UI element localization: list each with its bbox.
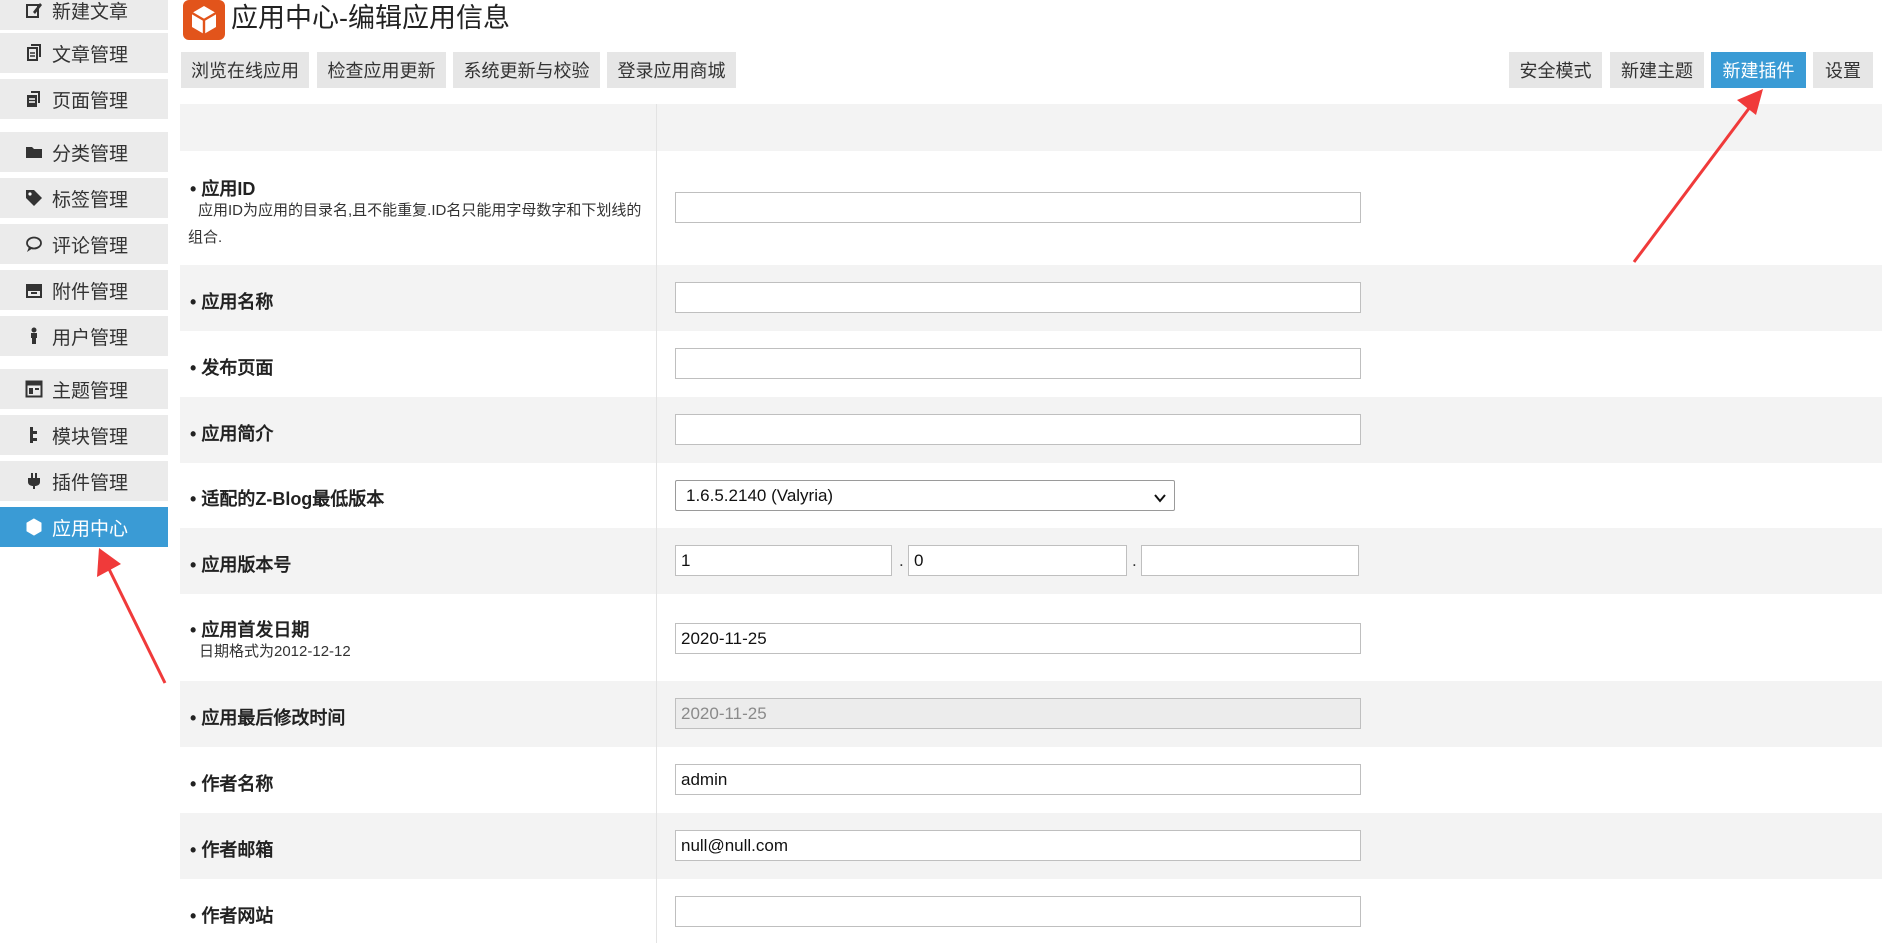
min-version-select[interactable]: 1.6.5.2140 (Valyria)	[675, 480, 1175, 511]
form-row-author-email: • 作者邮箱 null@null.com	[180, 813, 1882, 879]
form-header-row	[180, 104, 1882, 151]
form-row-author-name: • 作者名称 admin	[180, 747, 1882, 813]
sidebar-item-label: 文章管理	[52, 44, 129, 66]
sidebar-item-label: 分类管理	[52, 143, 129, 165]
publish-page-input[interactable]	[675, 348, 1361, 379]
pages-icon	[25, 90, 43, 108]
sidebar-item-users[interactable]: 用户管理	[0, 316, 168, 356]
new-theme-button[interactable]: 新建主题	[1610, 52, 1704, 88]
form-row-version: • 应用版本号 1 . 0 .	[180, 528, 1882, 594]
system-update-verify-button[interactable]: 系统更新与校验	[453, 52, 600, 88]
sidebar-item-label: 主题管理	[52, 380, 129, 402]
field-hint-app-id: 应用ID为应用的目录名,且不能重复.ID名只能用字母数字和下划线的组合.	[188, 202, 642, 246]
login-app-store-button[interactable]: 登录应用商城	[607, 52, 736, 88]
browse-online-apps-button[interactable]: 浏览在线应用	[181, 52, 309, 88]
sidebar-item-articles[interactable]: 文章管理	[0, 33, 168, 73]
sidebar-item-label: 用户管理	[52, 327, 129, 349]
min-version-selected-value: 1.6.5.2140 (Valyria)	[686, 485, 834, 505]
form-row-modified-date: • 应用最后修改时间 2020-11-25	[180, 681, 1882, 747]
form-row-app-name: • 应用名称	[180, 265, 1882, 331]
sidebar-item-pages[interactable]: 页面管理	[0, 79, 168, 119]
sidebar-item-themes[interactable]: 主题管理	[0, 369, 168, 409]
safe-mode-button[interactable]: 安全模式	[1509, 52, 1602, 88]
author-site-input[interactable]	[675, 896, 1361, 927]
sidebar-item-app-center[interactable]: 应用中心	[0, 507, 168, 547]
version-major-input[interactable]: 1	[675, 545, 892, 576]
form-row-min-version: • 适配的Z-Blog最低版本 1.6.5.2140 (Valyria)	[180, 463, 1882, 528]
release-date-input[interactable]: 2020-11-25	[675, 623, 1361, 654]
documents-icon	[25, 44, 43, 62]
field-hint-release-date: 日期格式为2012-12-12	[199, 643, 351, 660]
form-row-app-id: • 应用ID 应用ID为应用的目录名,且不能重复.ID名只能用字母数字和下划线的…	[180, 151, 1882, 265]
version-separator: .	[899, 551, 904, 570]
edit-app-form: • 应用ID 应用ID为应用的目录名,且不能重复.ID名只能用字母数字和下划线的…	[180, 104, 1882, 943]
sidebar-item-new-article[interactable]: 新建文章	[0, 0, 168, 30]
sidebar-item-label: 模块管理	[52, 426, 129, 448]
sidebar-item-label: 标签管理	[52, 189, 129, 211]
folder-icon	[25, 143, 43, 161]
chevron-down-icon	[1154, 489, 1166, 503]
new-plugin-button[interactable]: 新建插件	[1711, 52, 1806, 88]
version-separator: .	[1132, 551, 1137, 570]
sidebar-item-label: 应用中心	[52, 518, 129, 540]
sidebar-item-label: 插件管理	[52, 472, 129, 494]
field-label-app-name: • 应用名称	[190, 292, 274, 312]
app-id-input[interactable]	[675, 192, 1361, 223]
comment-icon	[25, 235, 43, 253]
sidebar-item-categories[interactable]: 分类管理	[0, 132, 168, 172]
field-label-min-version: • 适配的Z-Blog最低版本	[190, 489, 385, 509]
form-row-publish-page: • 发布页面	[180, 331, 1882, 397]
attachment-icon	[25, 281, 43, 299]
tag-icon	[25, 189, 43, 207]
app-name-input[interactable]	[675, 282, 1361, 313]
sidebar-item-tags[interactable]: 标签管理	[0, 178, 168, 218]
user-icon	[25, 327, 43, 345]
sidebar-item-attachments[interactable]: 附件管理	[0, 270, 168, 310]
field-label-version: • 应用版本号	[190, 555, 292, 575]
field-label-author-email: • 作者邮箱	[190, 840, 274, 860]
app-center-logo-icon	[183, 0, 225, 40]
module-icon	[25, 426, 43, 444]
theme-icon	[25, 380, 43, 398]
sidebar-item-label: 评论管理	[52, 235, 129, 257]
app-intro-input[interactable]	[675, 414, 1361, 445]
form-row-app-intro: • 应用简介	[180, 397, 1882, 463]
check-app-updates-button[interactable]: 检查应用更新	[317, 52, 446, 88]
plugin-icon	[25, 472, 43, 490]
page-title: 应用中心-编辑应用信息	[231, 3, 510, 33]
sidebar-item-label: 附件管理	[52, 281, 129, 303]
app-center-icon	[25, 518, 43, 536]
sidebar-item-plugins[interactable]: 插件管理	[0, 461, 168, 501]
form-row-author-site: • 作者网站	[180, 879, 1882, 943]
sidebar-item-comments[interactable]: 评论管理	[0, 224, 168, 264]
field-label-app-intro: • 应用简介	[190, 424, 274, 444]
sidebar-item-label: 新建文章	[52, 1, 129, 23]
sidebar-item-label: 页面管理	[52, 90, 129, 112]
form-row-release-date: • 应用首发日期 日期格式为2012-12-12 2020-11-25	[180, 594, 1882, 681]
field-label-modified-date: • 应用最后修改时间	[190, 708, 346, 728]
field-label-author-name: • 作者名称	[190, 774, 274, 794]
version-minor-input[interactable]: 0	[908, 545, 1127, 576]
field-label-author-site: • 作者网站	[190, 906, 274, 926]
version-patch-input[interactable]	[1141, 545, 1359, 576]
sidebar-item-modules[interactable]: 模块管理	[0, 415, 168, 455]
arrow-to-app-center-annotation	[97, 548, 167, 684]
modified-date-input: 2020-11-25	[675, 698, 1361, 729]
author-name-input[interactable]: admin	[675, 764, 1361, 795]
field-label-publish-page: • 发布页面	[190, 358, 274, 378]
author-email-input[interactable]: null@null.com	[675, 830, 1361, 861]
settings-button[interactable]: 设置	[1813, 52, 1873, 88]
edit-icon	[25, 1, 43, 19]
